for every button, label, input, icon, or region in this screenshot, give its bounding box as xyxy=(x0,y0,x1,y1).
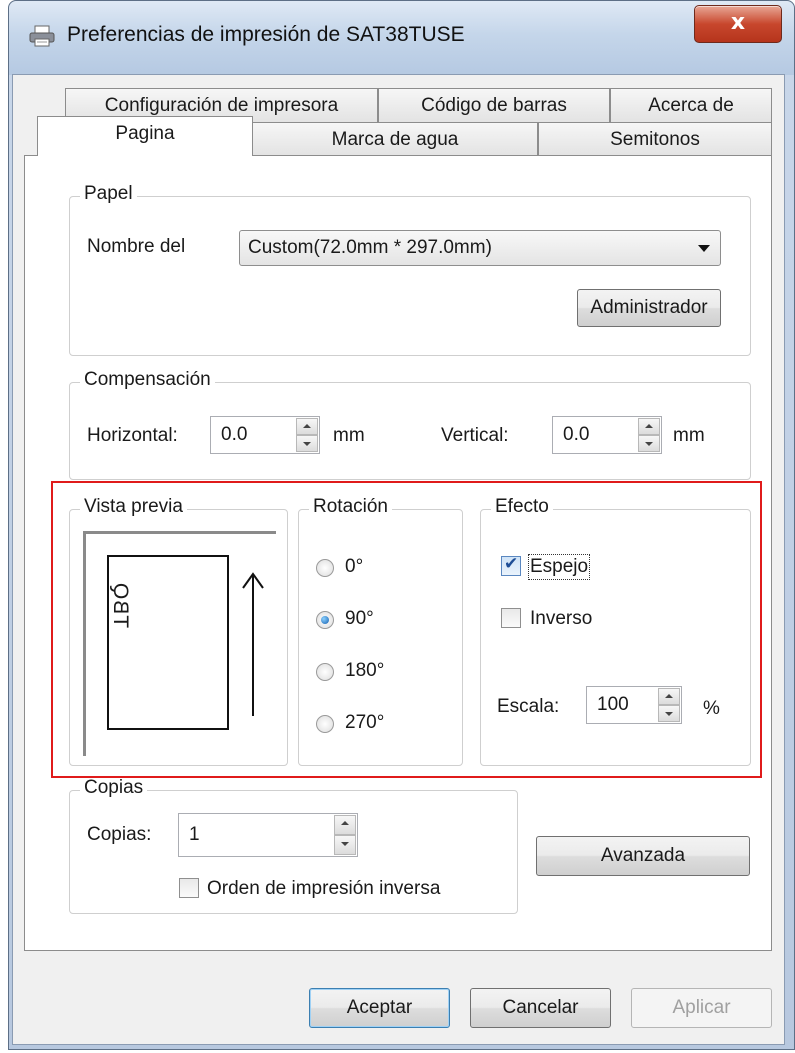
vertical-spinner[interactable]: 0.0 xyxy=(552,416,662,454)
horizontal-value: 0.0 xyxy=(221,424,248,445)
spin-up-button[interactable] xyxy=(658,688,680,705)
efecto-group-label: Efecto xyxy=(491,496,553,518)
horizontal-spinner[interactable]: 0.0 xyxy=(210,416,320,454)
orden-inversa-label: Orden de impresión inversa xyxy=(207,878,441,899)
vertical-label: Vertical: xyxy=(441,425,509,446)
cancelar-button[interactable]: Cancelar xyxy=(470,988,611,1028)
papel-group: Papel xyxy=(69,183,751,356)
spin-down-button[interactable] xyxy=(296,435,318,452)
copias-spinner[interactable]: 1 xyxy=(178,813,358,857)
inverso-label: Inverso xyxy=(530,608,593,629)
spin-up-button[interactable] xyxy=(296,418,318,435)
rotation-180-label: 180° xyxy=(345,660,385,681)
copias-label: Copias: xyxy=(87,824,152,845)
rotation-0-label: 0° xyxy=(345,556,364,577)
papel-group-label: Papel xyxy=(80,183,137,205)
rotation-0-radio[interactable] xyxy=(316,559,334,577)
rotation-180-radio[interactable] xyxy=(316,663,334,681)
tab-codigo-barras[interactable]: Código de barras xyxy=(378,88,610,122)
arrow-up-icon xyxy=(242,572,264,716)
paper-name-combo[interactable]: Custom(72.0mm * 297.0mm) xyxy=(239,230,721,266)
horizontal-unit: mm xyxy=(333,425,365,446)
chevron-down-icon xyxy=(698,245,710,252)
preview-page: TBQ xyxy=(107,555,229,730)
checkmark-icon: ✔ xyxy=(504,554,519,574)
tab-label: Acerca de xyxy=(648,95,734,116)
rotation-270-radio[interactable] xyxy=(316,715,334,733)
rotation-90-radio[interactable] xyxy=(316,611,334,629)
tab-marca-de-agua[interactable]: Marca de agua xyxy=(252,122,538,156)
tab-semitonos[interactable]: Semitonos xyxy=(538,122,772,156)
copias-group-label: Copias xyxy=(80,777,148,799)
tab-pagina[interactable]: Pagina xyxy=(37,116,253,156)
compensacion-group-label: Compensación xyxy=(80,369,215,391)
vertical-value: 0.0 xyxy=(563,424,590,445)
tab-label: Configuración de impresora xyxy=(104,95,339,116)
vertical-unit: mm xyxy=(673,425,705,446)
close-button[interactable]: x xyxy=(694,5,782,43)
tab-acerca-de[interactable]: Acerca de xyxy=(610,88,772,122)
horizontal-label: Horizontal: xyxy=(87,425,178,446)
efecto-group: Efecto xyxy=(480,496,751,766)
escala-label: Escala: xyxy=(497,696,560,717)
paper-name-label: Nombre del xyxy=(87,236,186,257)
title-bar[interactable]: Preferencias de impresión de SAT38TUSE x xyxy=(9,1,794,75)
spin-down-button[interactable] xyxy=(334,835,356,855)
rotacion-group-label: Rotación xyxy=(309,496,392,518)
preview-area: TBQ xyxy=(83,531,276,756)
tab-label: Semitonos xyxy=(610,129,700,150)
espejo-label[interactable]: Espejo xyxy=(527,554,591,580)
aceptar-button[interactable]: Aceptar xyxy=(309,988,450,1028)
escala-unit: % xyxy=(703,698,720,719)
paper-name-value: Custom(72.0mm * 297.0mm) xyxy=(248,237,492,258)
spin-up-button[interactable] xyxy=(334,815,356,835)
escala-value: 100 xyxy=(597,694,629,715)
rotation-90-label: 90° xyxy=(345,608,374,629)
vista-previa-group-label: Vista previa xyxy=(80,496,187,518)
copias-value: 1 xyxy=(189,824,200,845)
aplicar-button[interactable]: Aplicar xyxy=(631,988,772,1028)
tab-label: Pagina xyxy=(115,123,175,144)
espejo-checkbox[interactable]: ✔ xyxy=(501,554,521,576)
tab-label: Marca de agua xyxy=(331,129,459,150)
window-title: Preferencias de impresión de SAT38TUSE xyxy=(67,23,465,46)
printer-icon xyxy=(29,25,55,47)
orden-inversa-checkbox[interactable] xyxy=(179,878,199,898)
rotation-270-label: 270° xyxy=(345,712,385,733)
avanzada-button[interactable]: Avanzada xyxy=(536,836,750,876)
administrador-button[interactable]: Administrador xyxy=(577,289,721,327)
spin-down-button[interactable] xyxy=(638,435,660,452)
escala-spinner[interactable]: 100 xyxy=(586,686,682,724)
spin-up-button[interactable] xyxy=(638,418,660,435)
spin-down-button[interactable] xyxy=(658,705,680,722)
tab-label: Código de barras xyxy=(421,95,567,116)
inverso-checkbox[interactable] xyxy=(501,608,521,628)
preview-text: TBQ xyxy=(109,581,133,629)
